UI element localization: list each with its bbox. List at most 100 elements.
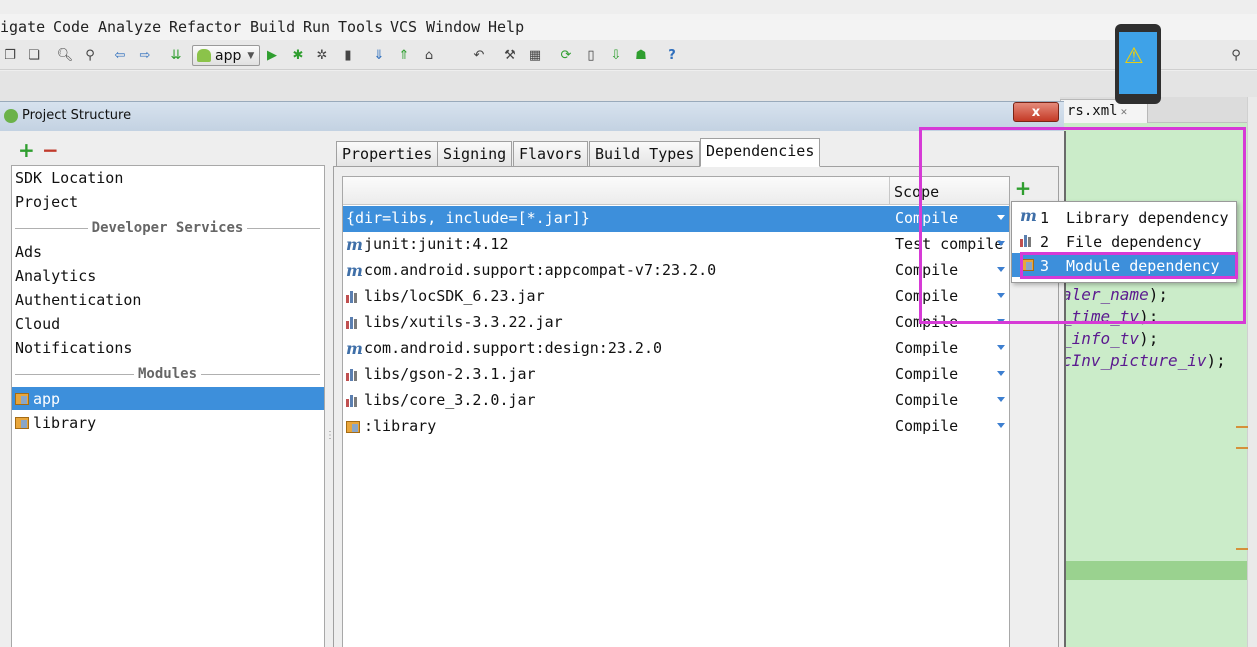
code-line: _info_tv); [1062, 329, 1159, 348]
scope-select[interactable]: Compile [895, 417, 958, 435]
table-row[interactable]: m com.android.support:design:23.2.0 Comp… [343, 336, 1009, 362]
nav-item-notifications[interactable]: Notifications [15, 339, 132, 357]
menu-code[interactable]: Code [53, 18, 89, 36]
attach-icon[interactable]: ✲ [312, 45, 332, 65]
menu-help[interactable]: Help [488, 18, 524, 36]
gutter-marker[interactable] [1236, 548, 1248, 550]
nav-item-authentication[interactable]: Authentication [15, 291, 141, 309]
main-toolbar: ❐ ❏ 🔍︎ ⚲ ⇦ ⇨ ⇊ ▶ ✱ ✲ ▮ ⇓ ⇑ ⌂ ↶ ⚒ ▦ ⟳ ▯ ⇩… [0, 40, 1257, 70]
android-icon [197, 49, 211, 62]
tab-properties[interactable]: Properties [336, 141, 439, 167]
tab-flavors[interactable]: Flavors [513, 141, 589, 167]
make-icon[interactable]: ⇊ [166, 45, 186, 65]
run-icon[interactable]: ▶ [262, 45, 282, 65]
chevron-down-icon: ▼ [247, 50, 255, 61]
table-row[interactable]: m com.android.support:appcompat-v7:23.2.… [343, 258, 1009, 284]
menu-run[interactable]: Run [303, 18, 330, 36]
dependency-name: {dir=libs, include=[*.jar]} [346, 209, 590, 227]
maven-m-icon: m [346, 235, 363, 254]
table-row[interactable]: m junit:junit:4.12 Test compile [343, 232, 1009, 258]
stop-icon[interactable]: ▮ [338, 45, 358, 65]
menu-build[interactable]: Build [250, 18, 295, 36]
scope-select[interactable]: Compile [895, 339, 958, 357]
chevron-down-icon[interactable] [997, 345, 1005, 350]
gutter-marker[interactable] [1236, 426, 1248, 428]
sdk-icon[interactable]: ⇩ [606, 45, 626, 65]
table-row[interactable]: libs/gson-2.3.1.jar Compile [343, 362, 1009, 388]
history-icon[interactable]: ⌂ [419, 45, 439, 65]
table-row[interactable]: :library Compile [343, 414, 1009, 440]
menu-window[interactable]: Window [426, 18, 480, 36]
table-row[interactable]: libs/locSDK_6.23.jar Compile [343, 284, 1009, 310]
back-icon[interactable]: ⇦ [110, 45, 130, 65]
code-line: cInv_picture_iv); [1062, 351, 1226, 370]
gutter-marker[interactable] [1236, 447, 1248, 449]
project-structure-icon[interactable]: ▦ [525, 45, 545, 65]
copy-icon[interactable]: ❐ [0, 45, 20, 65]
dialog-title: Project Structure [22, 108, 132, 123]
scope-select[interactable]: Compile [895, 365, 958, 383]
menu-navigate[interactable]: igate [0, 18, 45, 36]
section-header-developer-services: Developer Services [15, 220, 320, 236]
menu-bar: igate Code Analyze Refactor Build Run To… [0, 14, 1257, 40]
nav-item-sdk-location[interactable]: SDK Location [15, 169, 123, 187]
emulator-warning-icon: ⚠ [1115, 24, 1161, 104]
nav-item-ads[interactable]: Ads [15, 243, 42, 261]
right-gutter [1247, 97, 1257, 647]
help-icon[interactable]: ? [662, 45, 682, 65]
dependency-name: junit:junit:4.12 [364, 235, 509, 253]
forward-icon[interactable]: ⇨ [135, 45, 155, 65]
maven-m-icon: m [346, 339, 363, 358]
menu-refactor[interactable]: Refactor [169, 18, 241, 36]
dependency-name: libs/gson-2.3.1.jar [364, 365, 536, 383]
table-row[interactable]: libs/xutils-3.3.22.jar Compile [343, 310, 1009, 336]
module-icon [346, 421, 360, 433]
dependency-name: com.android.support:design:23.2.0 [364, 339, 663, 357]
tab-dependencies[interactable]: Dependencies [700, 138, 821, 167]
jar-icon [346, 369, 360, 381]
table-row[interactable]: libs/core_3.2.0.jar Compile [343, 388, 1009, 414]
editor-tab-label: rs.xml [1067, 103, 1118, 119]
dependency-name: libs/locSDK_6.23.jar [364, 287, 545, 305]
search-icon[interactable]: ⚲ [1226, 45, 1246, 65]
run-config-select[interactable]: app ▼ [192, 45, 260, 66]
vcs-update-icon[interactable]: ⇓ [369, 45, 389, 65]
menu-tools[interactable]: Tools [338, 18, 383, 36]
tab-build-types[interactable]: Build Types [589, 141, 701, 167]
nav-item-module-app[interactable]: app [15, 390, 60, 408]
maven-m-icon: m [346, 261, 363, 280]
revert-icon[interactable]: ↶ [469, 45, 489, 65]
close-icon[interactable]: ✕ [1121, 105, 1128, 118]
avd-icon[interactable]: ▯ [581, 45, 601, 65]
dependency-name: libs/xutils-3.3.22.jar [364, 313, 563, 331]
section-header-modules: Modules [15, 366, 321, 382]
chevron-down-icon[interactable] [997, 423, 1005, 428]
debug-icon[interactable]: ✱ [288, 45, 308, 65]
vcs-commit-icon[interactable]: ⇑ [394, 45, 414, 65]
sync-icon[interactable]: ⟳ [556, 45, 576, 65]
jar-icon [346, 317, 360, 329]
chevron-down-icon[interactable] [997, 397, 1005, 402]
nav-item-module-library[interactable]: library [15, 414, 96, 432]
close-button[interactable]: x [1013, 102, 1059, 122]
find-icon[interactable]: 🔍︎ [55, 45, 75, 65]
menu-analyze[interactable]: Analyze [98, 18, 161, 36]
settings-icon[interactable]: ⚒ [500, 45, 520, 65]
remove-module-button[interactable]: − [42, 138, 59, 162]
replace-icon[interactable]: ⚲ [80, 45, 100, 65]
annotation-box-module-dependency [1020, 252, 1238, 279]
chevron-down-icon[interactable] [997, 371, 1005, 376]
scope-select[interactable]: Compile [895, 391, 958, 409]
add-module-button[interactable]: + [18, 138, 35, 162]
nav-item-analytics[interactable]: Analytics [15, 267, 96, 285]
menu-vcs[interactable]: VCS [390, 18, 417, 36]
tab-signing[interactable]: Signing [437, 141, 513, 167]
dependency-name: com.android.support:appcompat-v7:23.2.0 [364, 261, 717, 279]
nav-item-cloud[interactable]: Cloud [15, 315, 60, 333]
nav-item-project[interactable]: Project [15, 193, 78, 211]
dialog-titlebar[interactable] [0, 101, 1064, 131]
android-studio-icon [4, 109, 18, 123]
android-icon[interactable]: ☗ [631, 45, 651, 65]
table-row[interactable]: {dir=libs, include=[*.jar]} Compile [343, 206, 1009, 232]
paste-icon[interactable]: ❏ [24, 45, 44, 65]
